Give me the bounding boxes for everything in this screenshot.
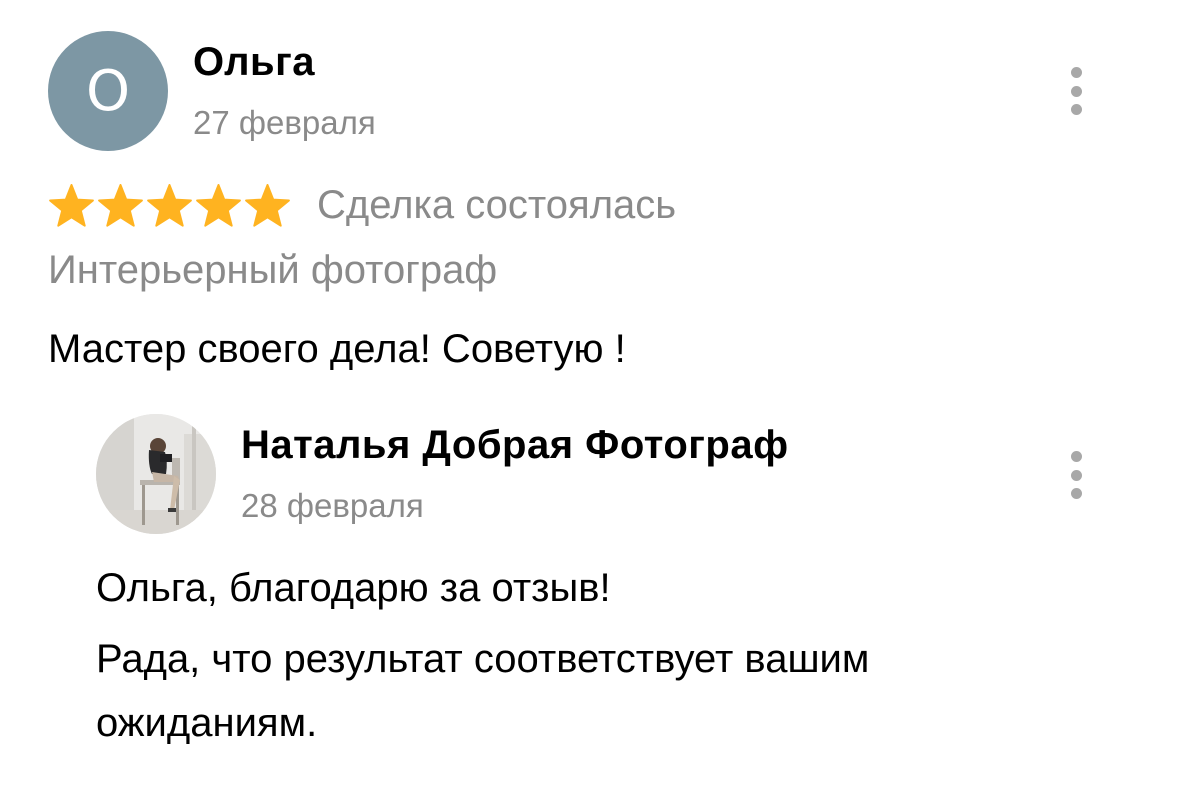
star-icon (98, 183, 143, 227)
user-photo-avatar (96, 414, 216, 534)
dot (1070, 451, 1082, 462)
star-icon (196, 183, 241, 227)
star-icon (245, 183, 290, 227)
dot (1070, 67, 1082, 78)
service-name: Интерьерный фотограф (48, 248, 498, 292)
review-more-icon[interactable] (1064, 67, 1088, 115)
author-name[interactable]: Ольга (193, 40, 315, 85)
author-avatar[interactable]: О (48, 31, 168, 151)
dot (1070, 469, 1082, 481)
dot (1070, 488, 1082, 499)
dot (1070, 85, 1082, 97)
reply-text-line: Ольга, благодарю за отзыв! (96, 566, 611, 610)
star-icon (147, 183, 192, 227)
dot (1070, 104, 1082, 115)
reply-author-avatar[interactable] (96, 414, 216, 534)
reply-text-line: ожиданиям. (96, 701, 318, 745)
star-icon (49, 183, 94, 227)
reply-date: 28 февраля (241, 487, 424, 524)
reply-author-name[interactable]: Наталья Добрая Фотограф (241, 423, 789, 468)
reply-more-icon[interactable] (1064, 451, 1088, 499)
review-date: 27 февраля (193, 104, 376, 141)
review-card: О Ольга 27 февраля Сделка состоялась Инт… (0, 0, 1179, 801)
rating-stars (48, 183, 291, 230)
reply-text-line: Рада, что результат соответствует вашим (96, 637, 870, 681)
deal-status: Сделка состоялась (317, 183, 677, 227)
review-text: Мастер своего дела! Советую ! (48, 327, 626, 371)
